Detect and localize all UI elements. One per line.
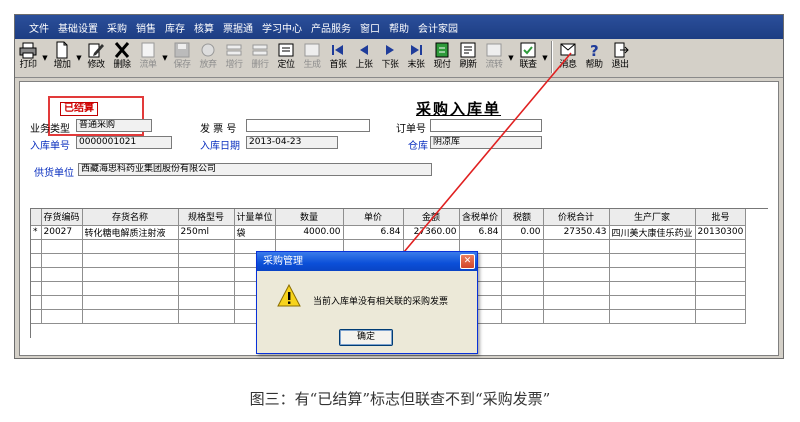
dialog-title-bar[interactable]: 采购管理 ✕ [257,252,477,271]
close-icon[interactable]: ✕ [460,254,475,269]
ok-button[interactable]: 确定 [339,329,393,346]
annotation-arrow-line [403,52,572,253]
dialog-title: 采购管理 [263,256,303,267]
purchase-management-dialog: 采购管理 ✕ 当前入库单没有相关联的采购发票 确定 [256,251,478,354]
warning-icon [277,284,301,307]
figure-caption: 图三：有“已结算”标志但联查不到“采购发票” [249,390,551,408]
dialog-message: 当前入库单没有相关联的采购发票 [313,297,449,307]
